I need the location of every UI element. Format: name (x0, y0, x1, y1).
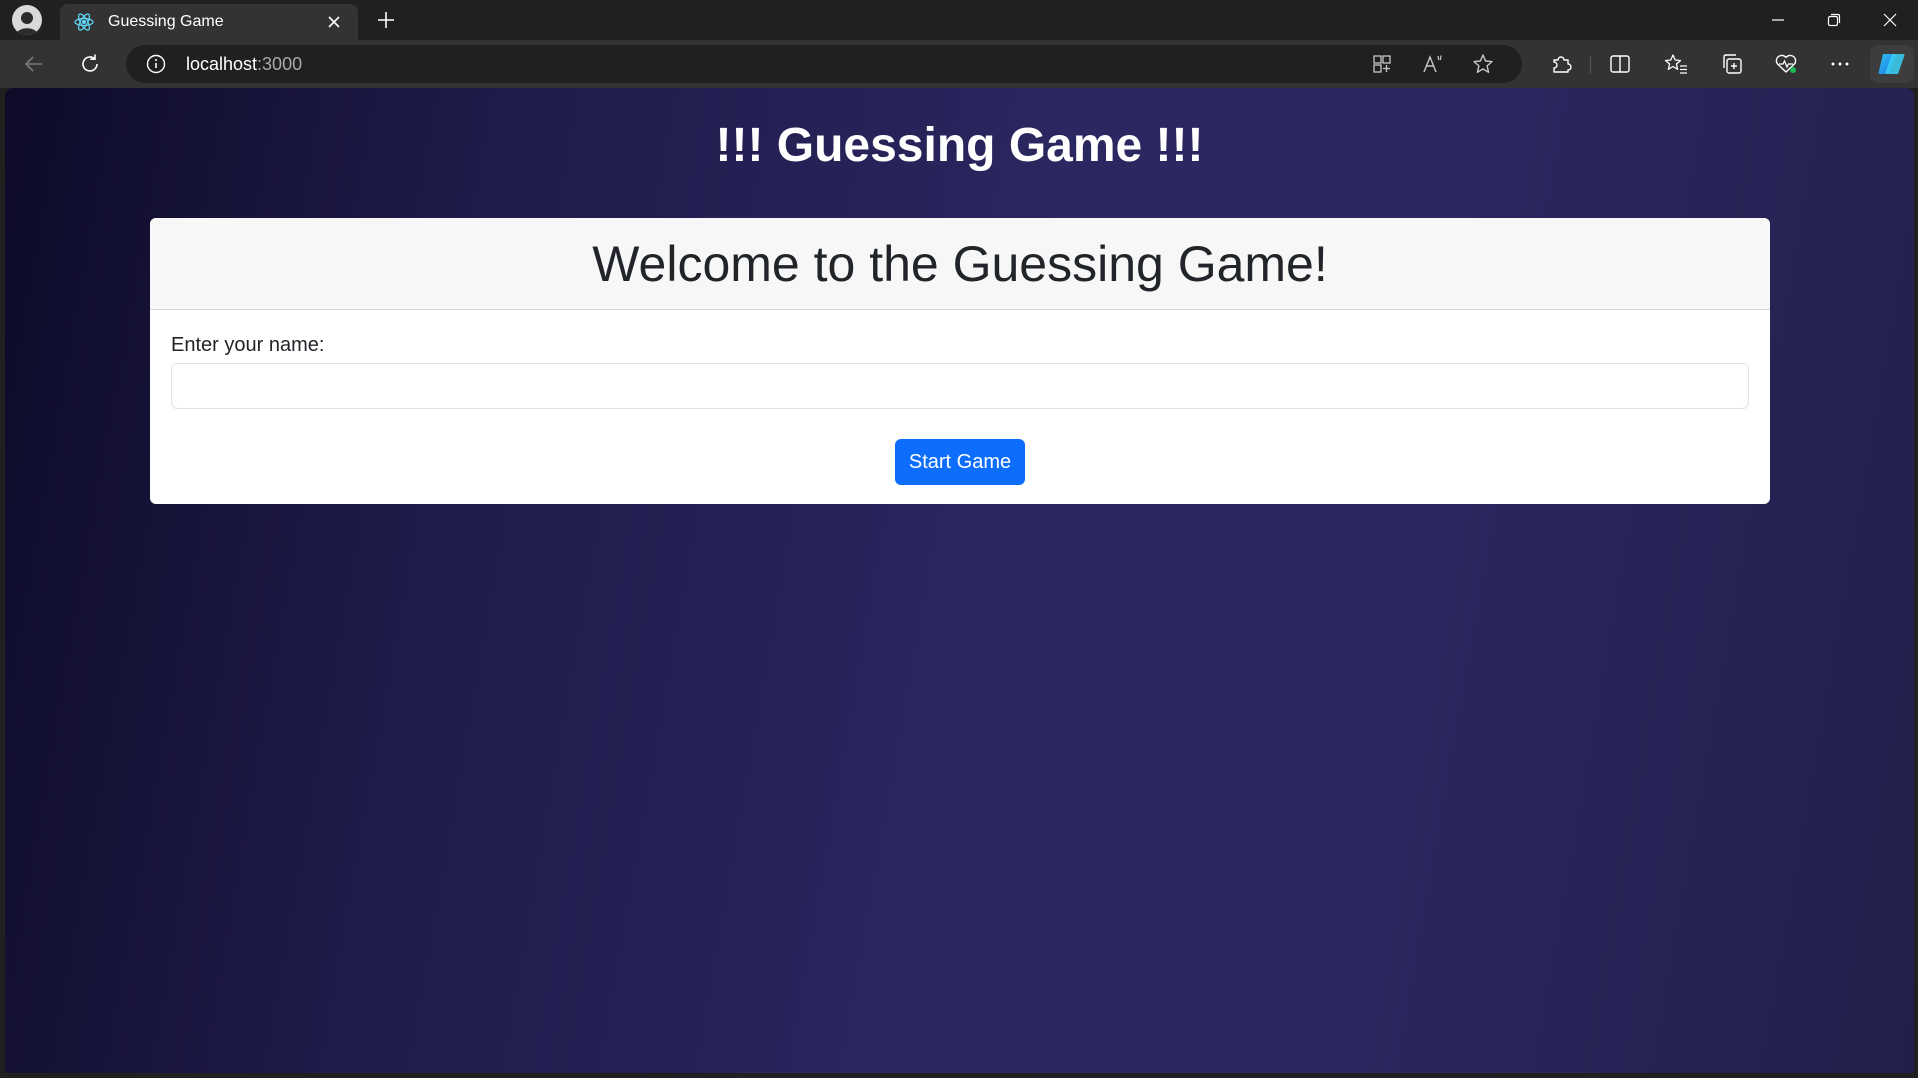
restore-button[interactable] (1806, 0, 1862, 40)
collections-button[interactable] (1716, 48, 1748, 80)
url-port: :3000 (257, 54, 303, 74)
ellipsis-icon (1831, 62, 1849, 66)
refresh-button[interactable] (74, 48, 106, 80)
browser-essentials-button[interactable] (1770, 48, 1802, 80)
split-screen-button[interactable] (1604, 48, 1636, 80)
person-icon (16, 12, 38, 35)
card-body: Enter your name: Start Game (150, 310, 1770, 504)
favorites-button[interactable] (1660, 48, 1692, 80)
address-bar[interactable]: localhost:3000 (126, 45, 1522, 83)
arrow-left-icon (24, 56, 42, 72)
title-bar: Guessing Game (0, 0, 1918, 40)
new-tab-button[interactable] (372, 6, 400, 34)
split-screen-icon (1610, 55, 1630, 73)
card-header: Welcome to the Guessing Game! (150, 218, 1770, 310)
puzzle-icon (1553, 56, 1572, 73)
collections-icon (1723, 54, 1742, 74)
app-available-icon[interactable] (1372, 54, 1392, 79)
page-title: !!! Guessing Game !!! (715, 119, 1204, 172)
back-button[interactable] (18, 48, 50, 80)
refresh-icon (82, 54, 98, 72)
welcome-card: Welcome to the Guessing Game! Enter your… (150, 218, 1770, 504)
browser-toolbar: localhost:3000 (0, 40, 1918, 88)
name-label: Enter your name: (171, 334, 325, 356)
page-viewport: !!! Guessing Game !!! Welcome to the Gue… (5, 88, 1914, 1073)
favorites-list-icon (1664, 54, 1687, 74)
name-input[interactable] (171, 363, 1749, 409)
extensions-button[interactable] (1545, 48, 1577, 80)
profile-avatar[interactable] (12, 5, 42, 35)
tab-guessing-game[interactable]: Guessing Game (60, 4, 358, 40)
close-icon (1883, 13, 1897, 27)
tab-title: Guessing Game (108, 13, 224, 30)
card-title: Welcome to the Guessing Game! (592, 235, 1328, 292)
copilot-icon (1878, 54, 1905, 74)
plus-icon (378, 12, 394, 28)
minimize-icon (1772, 19, 1784, 21)
favorite-star-icon[interactable] (1472, 53, 1494, 80)
read-aloud-icon[interactable] (1422, 54, 1444, 79)
close-window-button[interactable] (1862, 0, 1918, 40)
url-text: localhost:3000 (186, 54, 302, 75)
toolbar-divider (1590, 56, 1591, 74)
heart-pulse-icon (1775, 54, 1797, 73)
restore-icon (1827, 13, 1841, 27)
react-icon (73, 11, 95, 33)
minimize-button[interactable] (1750, 0, 1806, 40)
copilot-button[interactable] (1870, 45, 1914, 83)
start-game-button[interactable]: Start Game (895, 439, 1025, 485)
more-options-button[interactable] (1824, 48, 1856, 80)
info-icon[interactable] (146, 54, 166, 79)
url-host: localhost (186, 54, 258, 74)
close-tab-icon[interactable] (322, 10, 346, 34)
